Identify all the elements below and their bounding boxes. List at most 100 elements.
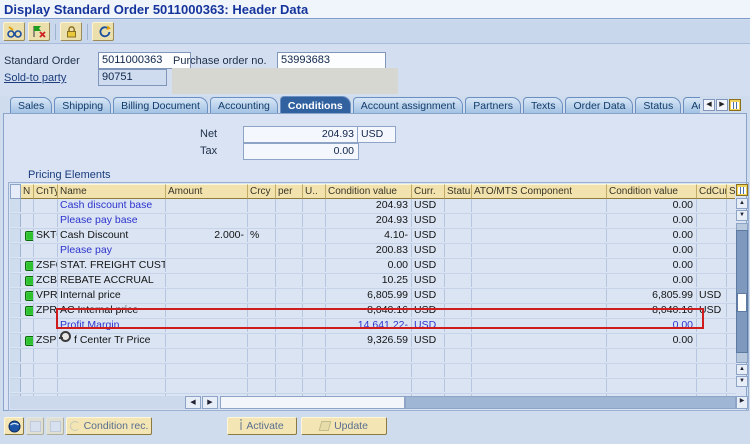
purchase-order-label: Purchase order no. (173, 55, 267, 67)
col-header-condition-value[interactable]: Condition value (326, 184, 412, 199)
condition-rec-button[interactable]: Condition rec. (66, 417, 152, 435)
status-flag-icon[interactable] (28, 22, 50, 41)
scroll-down-icon[interactable]: ▼ (736, 210, 748, 221)
disabled-tool-button[interactable] (26, 417, 44, 435)
col-header-per[interactable]: per (276, 184, 303, 199)
display-change-icon[interactable] (3, 22, 25, 41)
pricing-elements-title: Pricing Elements (28, 169, 111, 181)
net-value-field: 204.93 (243, 126, 359, 143)
app-toolbar (0, 20, 750, 44)
toolbar-separator (87, 24, 88, 40)
table-header-row: N CnTy Name Amount Crcy per U.. Conditio… (10, 184, 736, 199)
tab-order-data[interactable]: Order Data (565, 97, 633, 114)
col-header-n[interactable]: N (21, 184, 34, 199)
empty-table-row[interactable] (10, 349, 736, 364)
hscrollbar-spacer (10, 396, 185, 409)
col-header-condition-value-2[interactable]: Condition value (607, 184, 697, 199)
disabled-tool-button[interactable] (46, 417, 64, 435)
activate-label: Activate (246, 420, 283, 432)
table-row[interactable]: ZSPP f Center Tr Price 9,326.59 USD 0.00 (10, 334, 736, 349)
green-led-icon (25, 261, 34, 271)
green-led-icon (25, 336, 34, 346)
tab-accounting[interactable]: Accounting (210, 97, 278, 114)
table-row[interactable]: ZSF0 STAT. FREIGHT CUST 0.00 USD 0.00 (10, 259, 736, 274)
col-header-amount[interactable]: Amount (166, 184, 248, 199)
col-header-s[interactable]: S (727, 184, 735, 199)
activate-icon (240, 422, 242, 430)
green-led-icon (25, 276, 34, 286)
scroll-up-icon[interactable]: ▲ (736, 364, 748, 375)
col-header-name[interactable]: Name (58, 184, 166, 199)
tab-list-icon[interactable] (729, 99, 741, 111)
col-header-unit[interactable]: U.. (303, 184, 326, 199)
lock-icon[interactable] (60, 22, 82, 41)
update-label: Update (334, 420, 368, 432)
table-row[interactable]: Cash discount base 204.93 USD 0.00 (10, 199, 736, 214)
tax-value-field: 0.00 (243, 143, 359, 160)
tab-conditions[interactable]: Conditions (280, 96, 351, 114)
scroll-down-icon[interactable]: ▼ (736, 376, 748, 387)
col-header-cnty[interactable]: CnTy (34, 184, 58, 199)
scroll-right-icon[interactable]: ▶ (202, 396, 218, 409)
tab-scroll-controls: ◀ ▶ (703, 99, 741, 111)
pricing-table: N CnTy Name Amount Crcy per U.. Conditio… (10, 184, 736, 409)
table-row[interactable]: Please pay base 204.93 USD 0.00 (10, 214, 736, 229)
tab-status[interactable]: Status (635, 97, 681, 114)
toolbar-separator (55, 24, 56, 40)
condition-rec-label: Condition rec. (84, 420, 149, 432)
tab-shipping[interactable]: Shipping (54, 97, 111, 114)
col-header-curr[interactable]: Curr. (412, 184, 445, 199)
gray-panel (172, 68, 398, 94)
scroll-up-icon[interactable]: ▲ (736, 198, 748, 209)
col-header-status[interactable]: Status (445, 184, 472, 199)
table-row[interactable]: ZCBS REBATE ACCRUAL 10.25 USD 0.00 (10, 274, 736, 289)
col-header-crcy[interactable]: Crcy (248, 184, 276, 199)
col-header-cdcur[interactable]: CdCur (697, 184, 727, 199)
green-led-icon (25, 231, 34, 241)
tab-billing-document[interactable]: Billing Document (113, 97, 208, 114)
horizontal-scrollbar-track[interactable] (405, 396, 736, 409)
tax-label: Tax (200, 145, 217, 157)
table-settings-icon[interactable] (736, 184, 748, 196)
tab-account-assignment[interactable]: Account assignment (353, 97, 464, 114)
document-flow-icon[interactable] (92, 22, 114, 41)
tab-additional-data[interactable]: Additional dat (683, 97, 700, 114)
vertical-scrollbar-grab[interactable] (737, 293, 747, 312)
activate-button[interactable]: Activate (227, 417, 297, 435)
net-currency-field: USD (357, 126, 396, 143)
col-header-ato-mts[interactable]: ATO/MTS Component (472, 184, 607, 199)
header-fields-area: Standard Order 5011000363 Purchase order… (0, 44, 750, 96)
table-row[interactable]: VPRS Internal price 6,805.99 USD 6,805.9… (10, 289, 736, 304)
tab-sales[interactable]: Sales (10, 97, 52, 114)
condition-rec-icon (70, 421, 80, 431)
empty-table-row[interactable] (10, 379, 736, 394)
standard-order-label: Standard Order (4, 55, 80, 67)
page-title: Display Standard Order 5011000363: Heade… (0, 0, 750, 19)
tab-scroll-right-icon[interactable]: ▶ (716, 99, 728, 111)
vertical-scrollbar-thumb[interactable] (736, 230, 748, 353)
update-icon (319, 421, 332, 431)
disabled-icon (50, 421, 61, 432)
blue-globe-icon (8, 420, 21, 433)
scroll-right-icon[interactable]: ▶ (736, 396, 748, 409)
update-button[interactable]: Update (301, 417, 387, 435)
net-label: Net (200, 128, 217, 140)
mouse-cursor-icon (60, 331, 71, 342)
green-led-icon (25, 306, 34, 316)
sold-to-party-link[interactable]: Sold-to party (4, 72, 66, 84)
tab-partners[interactable]: Partners (465, 97, 521, 114)
empty-table-row[interactable] (10, 364, 736, 379)
tab-strip: Sales Shipping Billing Document Accounti… (0, 96, 700, 114)
tab-scroll-left-icon[interactable]: ◀ (703, 99, 715, 111)
purchase-order-field[interactable]: 53993683 (277, 52, 386, 69)
select-all-header[interactable] (10, 184, 21, 199)
table-row[interactable]: SKT0 Cash Discount 2.000- % 4.10- USD 0.… (10, 229, 736, 244)
condition-display-button[interactable] (4, 417, 24, 435)
horizontal-scrollbar-thumb[interactable] (220, 396, 405, 409)
green-led-icon (25, 291, 34, 301)
tab-texts[interactable]: Texts (523, 97, 564, 114)
disabled-icon (30, 421, 41, 432)
scroll-left-icon[interactable]: ◀ (185, 396, 201, 409)
table-row[interactable]: Please pay 200.83 USD 0.00 (10, 244, 736, 259)
sold-to-party-field[interactable]: 90751 (98, 69, 167, 86)
